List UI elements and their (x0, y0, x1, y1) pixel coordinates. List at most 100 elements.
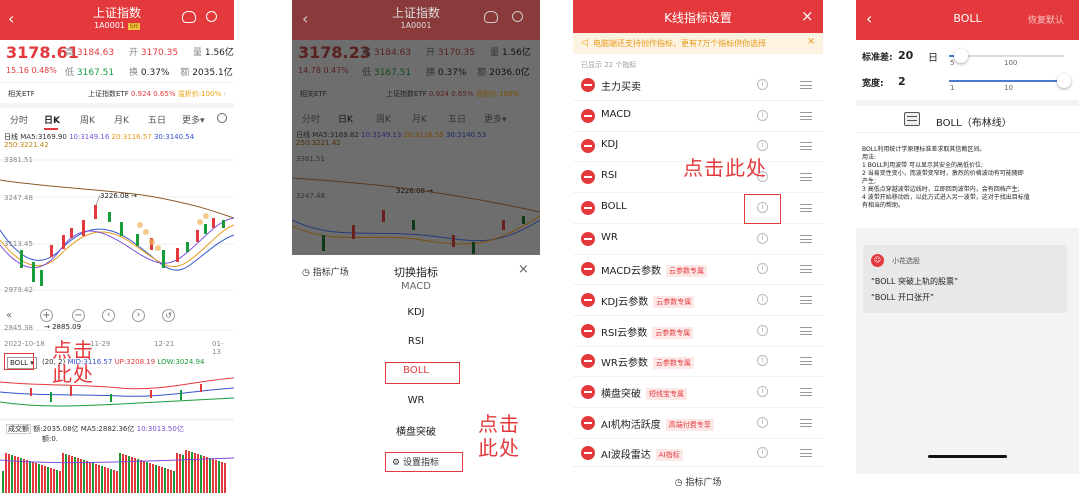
highlight-box (385, 362, 460, 384)
remove-indicator-icon[interactable] (581, 78, 595, 92)
volume-bar (164, 468, 166, 493)
param1-slider[interactable] (949, 49, 1064, 63)
volume-bar (38, 464, 40, 493)
assistant-avatar-icon: ☺ (871, 254, 884, 267)
drag-handle-icon[interactable] (800, 81, 812, 89)
suggestion-query[interactable]: “BOLL 开口张开” (871, 292, 934, 303)
drag-handle-icon[interactable] (800, 142, 812, 151)
remove-indicator-icon[interactable] (581, 385, 595, 399)
drag-handle-icon[interactable] (800, 449, 812, 458)
indicator-settings-icon[interactable]: i (757, 386, 768, 397)
slider-knob[interactable] (954, 49, 969, 63)
step-forward-icon[interactable]: › (132, 309, 145, 322)
volume-bar (104, 467, 106, 493)
volume-bar (161, 467, 163, 493)
drag-handle-icon[interactable] (800, 357, 812, 366)
annotation-click-here: 点击此处 (52, 338, 94, 386)
option-macd[interactable]: MACD (292, 281, 540, 289)
volume-bar (137, 459, 139, 493)
speaker-icon: ◁ (581, 38, 588, 48)
indicator-settings-icon[interactable]: i (757, 263, 768, 275)
option-wr[interactable]: WR (292, 395, 540, 406)
notice-close-icon[interactable]: × (807, 36, 815, 47)
pan-left-icon[interactable]: « (6, 310, 12, 321)
reset-default-button[interactable]: 恢复默认 (1028, 13, 1064, 26)
header-bar: K线指标设置 × (573, 0, 823, 33)
param2-slider[interactable] (949, 74, 1071, 88)
indicator-settings-icon[interactable]: i (757, 355, 768, 367)
drag-handle-icon[interactable] (800, 111, 812, 120)
remove-indicator-icon[interactable] (581, 292, 595, 307)
indicator-plaza-link[interactable]: ◷ 指标广场 (573, 475, 823, 488)
volume-bar (113, 470, 115, 493)
stock-detail-screen: ‹ 上证指数 1A0001 SH 3178.61 高 3184.63 开 317… (0, 0, 234, 493)
step-back-icon[interactable]: ‹ (102, 309, 115, 322)
home-indicator (928, 455, 1007, 458)
related-etf-row[interactable]: 上证指数ETF 0.924 0.65% 溢折价:100% › (88, 89, 226, 99)
tab-daily-k[interactable]: 日K (44, 113, 60, 126)
close-icon[interactable]: × (801, 7, 814, 25)
tab-five-day[interactable]: 五日 (148, 113, 166, 126)
notice-text: 电脑端还支持创作指标，更有7万个指标供你选择 (593, 39, 767, 48)
indicator-settings-icon[interactable]: i (757, 293, 768, 305)
indicator-settings-icon[interactable]: i (757, 447, 768, 459)
remove-indicator-icon[interactable] (581, 170, 595, 185)
drag-handle-icon[interactable] (800, 173, 812, 182)
volume-bar (89, 462, 91, 493)
slider-knob[interactable] (1057, 74, 1071, 88)
robot-icon[interactable] (484, 11, 498, 23)
remove-indicator-icon[interactable] (581, 139, 595, 154)
volume-bar (188, 451, 190, 493)
indicator-settings-icon[interactable]: i (757, 324, 768, 336)
remove-indicator-icon[interactable] (581, 415, 595, 430)
settings-gear-icon[interactable] (217, 113, 227, 123)
indicator-tag: 云参数专属 (652, 326, 694, 339)
search-icon[interactable] (206, 11, 217, 22)
drag-handle-icon[interactable] (800, 326, 812, 335)
ma-item: 20:3116.57 (111, 133, 152, 141)
tab-more[interactable]: 更多▾ (182, 113, 205, 126)
param1-value[interactable]: 20 (898, 49, 913, 62)
drag-handle-icon[interactable] (800, 295, 812, 304)
remove-indicator-icon[interactable] (581, 200, 595, 215)
indicator-settings-icon[interactable]: i (757, 79, 768, 90)
drag-handle-icon[interactable] (800, 265, 812, 274)
option-rsi[interactable]: RSI (292, 336, 540, 347)
close-icon[interactable]: × (518, 262, 529, 277)
indicator-label: RSI (601, 170, 618, 182)
remove-indicator-icon[interactable] (581, 108, 595, 123)
suggestion-query[interactable]: “BOLL 突破上轨的股票” (871, 276, 958, 287)
remove-indicator-icon[interactable] (581, 262, 595, 277)
volume-select[interactable]: 成交额 (6, 424, 31, 434)
volume-bar (125, 455, 127, 493)
tab-weekly-k[interactable]: 周K (80, 113, 95, 126)
volume-bar (62, 453, 64, 493)
drag-handle-icon[interactable] (800, 418, 812, 427)
volume-bar (155, 465, 157, 493)
indicator-settings-icon[interactable]: i (757, 109, 768, 121)
volume-bar (185, 450, 187, 493)
remove-indicator-icon[interactable] (581, 446, 595, 461)
current-price: 3178.23 (298, 43, 371, 62)
volume-bar (182, 455, 184, 493)
indicator-settings-icon[interactable]: i (757, 232, 768, 244)
drag-handle-icon[interactable] (800, 203, 812, 212)
indicator-settings-icon[interactable]: i (757, 140, 768, 152)
indicator-row: AI波段雷达 AI指标 i (573, 438, 823, 470)
tab-monthly-k[interactable]: 月K (114, 113, 129, 126)
option-kdj[interactable]: KDJ (292, 307, 540, 318)
remove-indicator-icon[interactable] (581, 354, 595, 369)
robot-icon[interactable] (182, 11, 196, 23)
remove-indicator-icon[interactable] (581, 323, 595, 338)
tab-intraday[interactable]: 分时 (10, 113, 28, 126)
remove-indicator-icon[interactable] (581, 231, 595, 246)
zoom-in-icon[interactable]: + (40, 309, 53, 322)
reset-view-icon[interactable]: ↺ (162, 309, 175, 322)
drag-handle-icon[interactable] (800, 234, 812, 243)
drag-handle-icon[interactable] (800, 388, 812, 396)
search-icon[interactable] (512, 11, 523, 22)
param2-value[interactable]: 2 (898, 75, 906, 88)
indicator-settings-icon[interactable]: i (757, 416, 768, 428)
zoom-out-icon[interactable]: − (72, 309, 85, 322)
volume-bar (191, 452, 193, 493)
